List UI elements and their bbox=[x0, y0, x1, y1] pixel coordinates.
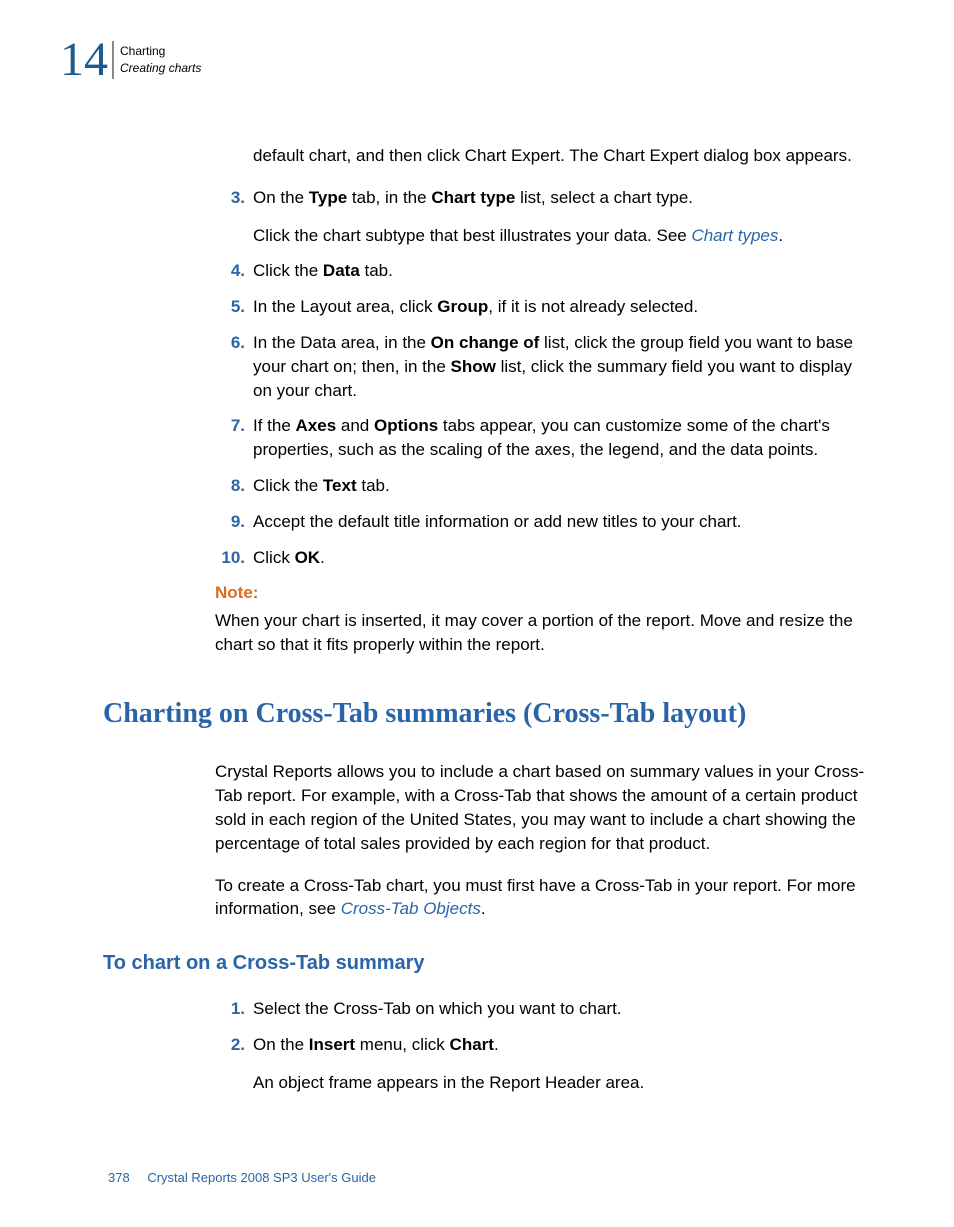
procedure-steps: 3. On the Type tab, in the Chart type li… bbox=[215, 186, 874, 570]
footer-title: Crystal Reports 2008 SP3 User's Guide bbox=[147, 1170, 376, 1185]
step-number: 9. bbox=[215, 510, 245, 534]
page-header: 14 Charting Creating charts bbox=[60, 36, 894, 84]
step2-1: 1. Select the Cross-Tab on which you wan… bbox=[215, 997, 874, 1021]
step-3: 3. On the Type tab, in the Chart type li… bbox=[215, 186, 874, 248]
step-7: 7. If the Axes and Options tabs appear, … bbox=[215, 414, 874, 462]
crosstab-paragraph-1: Crystal Reports allows you to include a … bbox=[215, 760, 874, 855]
step-8: 8. Click the Text tab. bbox=[215, 474, 874, 498]
step-6: 6. In the Data area, in the On change of… bbox=[215, 331, 874, 402]
step-5: 5. In the Layout area, click Group, if i… bbox=[215, 295, 874, 319]
step-number: 6. bbox=[215, 331, 245, 402]
heading-crosstab-summaries: Charting on Cross-Tab summaries (Cross-T… bbox=[103, 697, 874, 731]
chart-types-link[interactable]: Chart types bbox=[691, 226, 778, 245]
header-subsection: Creating charts bbox=[120, 60, 201, 77]
step-number: 5. bbox=[215, 295, 245, 319]
step-number: 2. bbox=[215, 1033, 245, 1095]
page-footer: 378 Crystal Reports 2008 SP3 User's Guid… bbox=[108, 1170, 376, 1185]
chapter-number: 14 bbox=[60, 36, 108, 84]
header-section: Charting bbox=[120, 43, 201, 60]
page-number: 378 bbox=[108, 1170, 130, 1185]
step-number: 7. bbox=[215, 414, 245, 462]
header-divider bbox=[112, 41, 114, 79]
note-body: When your chart is inserted, it may cove… bbox=[215, 609, 874, 657]
procedure-steps-2: 1. Select the Cross-Tab on which you wan… bbox=[215, 997, 874, 1094]
step-9: 9. Accept the default title information … bbox=[215, 510, 874, 534]
step-4: 4. Click the Data tab. bbox=[215, 259, 874, 283]
crosstab-objects-link[interactable]: Cross-Tab Objects bbox=[341, 899, 481, 918]
step2-2: 2. On the Insert menu, click Chart. An o… bbox=[215, 1033, 874, 1095]
step-number: 8. bbox=[215, 474, 245, 498]
step-number: 1. bbox=[215, 997, 245, 1021]
step-number: 3. bbox=[215, 186, 245, 248]
step-10: 10. Click OK. bbox=[215, 546, 874, 570]
main-content: default chart, and then click Chart Expe… bbox=[215, 144, 874, 1095]
note-label: Note: bbox=[215, 581, 874, 605]
step-number: 10. bbox=[215, 546, 245, 570]
step-number: 4. bbox=[215, 259, 245, 283]
heading-to-chart-crosstab: To chart on a Cross-Tab summary bbox=[103, 949, 874, 977]
continuation-paragraph: default chart, and then click Chart Expe… bbox=[253, 144, 874, 168]
